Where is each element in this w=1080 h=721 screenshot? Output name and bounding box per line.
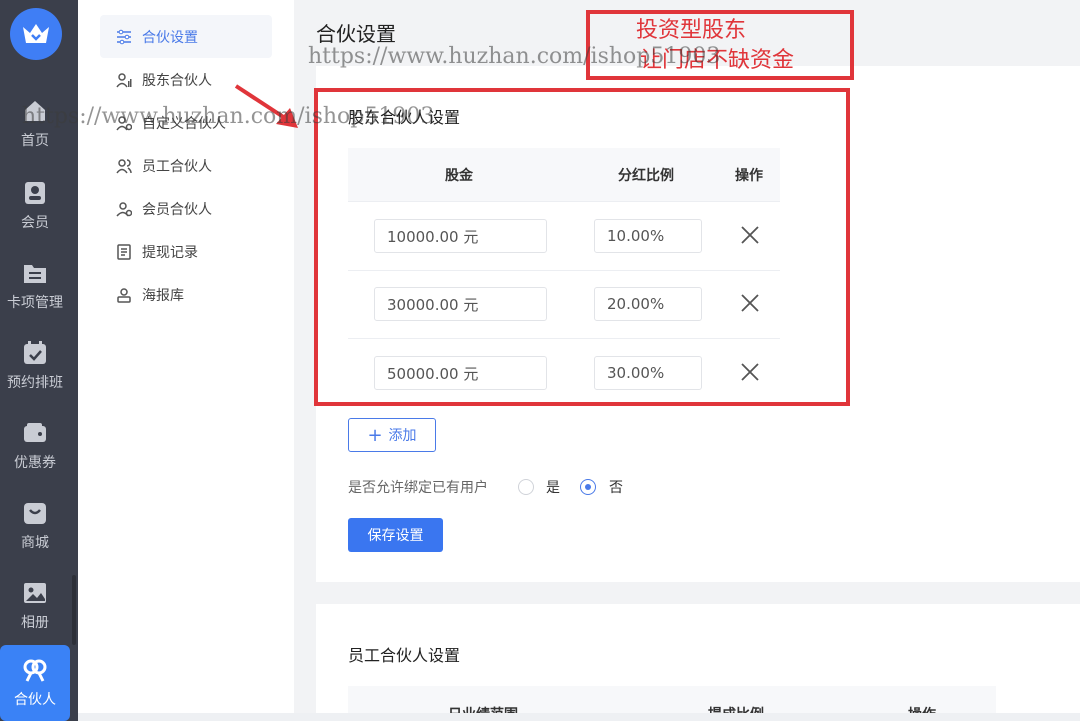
horizontal-scrollbar[interactable]	[78, 713, 1080, 721]
crown-icon	[23, 24, 49, 43]
nav-item-shop[interactable]: 商城	[0, 500, 70, 570]
submenu-item-label: 海报库	[142, 287, 184, 304]
plus-icon: +	[367, 424, 383, 446]
annotation-headline: 投资型股东	[636, 18, 747, 43]
nav-item-label: 会员	[21, 215, 49, 231]
submenu-item-withdraw[interactable]: 提现记录	[100, 230, 272, 273]
nav-item-partner[interactable]: 合伙人	[0, 645, 70, 721]
submenu-item-settings[interactable]: 合伙设置	[100, 15, 272, 58]
staff-icon	[116, 158, 132, 174]
nav-item-label: 优惠券	[14, 455, 56, 471]
nav-item-label: 首页	[21, 133, 49, 149]
watermark-text: https://www.huzhan.com/ishop51903	[22, 104, 435, 129]
bind-existing-user-label: 是否允许绑定已有用户	[348, 480, 488, 496]
brand-logo[interactable]	[10, 8, 62, 60]
submenu-item-staff[interactable]: 员工合伙人	[100, 144, 272, 187]
shop-bag-icon	[22, 500, 48, 526]
radio-yes[interactable]	[518, 479, 534, 495]
submenu-item-label: 员工合伙人	[142, 158, 212, 175]
card-folder-icon	[22, 260, 48, 286]
shareholder-icon	[116, 72, 132, 88]
nav-item-label: 商城	[21, 535, 49, 551]
wallet-icon	[22, 420, 48, 446]
calendar-check-icon	[22, 340, 48, 366]
radio-yes-label[interactable]: 是	[546, 477, 560, 497]
poster-icon	[116, 287, 132, 303]
nav-item-label: 预约排班	[7, 375, 63, 391]
submenu-item-label: 股东合伙人	[142, 72, 212, 89]
member-partner-icon	[116, 201, 132, 217]
nav-item-album[interactable]: 相册	[0, 580, 70, 650]
nav-item-cards[interactable]: 卡项管理	[0, 260, 70, 330]
nav-item-label: 卡项管理	[7, 295, 63, 311]
radio-no[interactable]	[580, 479, 596, 495]
sliders-icon	[116, 29, 132, 45]
submenu-item-member-partner[interactable]: 会员合伙人	[100, 187, 272, 230]
add-row-label: 添加	[388, 428, 417, 444]
submenu-item-label: 合伙设置	[142, 29, 198, 46]
annotation-highlight-box	[314, 88, 850, 406]
page-title: 合伙设置	[316, 22, 396, 46]
watermark-text: https://www.huzhan.com/ishop51903	[308, 44, 721, 69]
radio-no-label[interactable]: 否	[609, 477, 623, 497]
staff-section-title: 员工合伙人设置	[348, 646, 461, 665]
nav-item-label: 合伙人	[14, 692, 56, 708]
partner-icon	[22, 657, 48, 683]
record-icon	[116, 243, 132, 260]
submenu-item-label: 会员合伙人	[142, 201, 212, 218]
save-settings-button[interactable]: 保存设置	[348, 518, 443, 552]
nav-item-member[interactable]: 会员	[0, 180, 70, 250]
nav-item-coupon[interactable]: 优惠券	[0, 420, 70, 490]
add-row-button[interactable]: + 添加	[348, 418, 436, 452]
submenu-item-label: 提现记录	[142, 244, 198, 261]
nav-item-booking[interactable]: 预约排班	[0, 340, 70, 410]
sidebar-scrollbar[interactable]	[72, 575, 76, 645]
album-icon	[22, 580, 48, 606]
nav-item-label: 相册	[21, 615, 49, 631]
member-icon	[22, 180, 48, 206]
submenu-item-poster[interactable]: 海报库	[100, 273, 272, 316]
